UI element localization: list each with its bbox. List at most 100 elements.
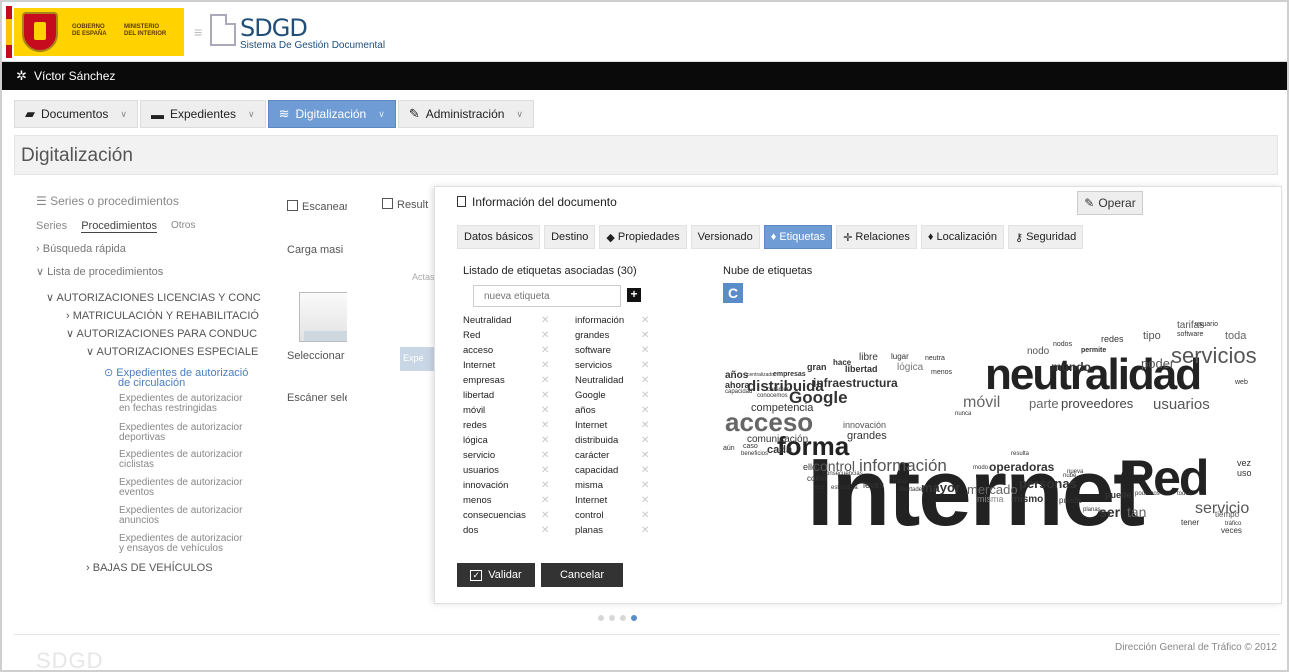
tree-node[interactable]: › BAJAS DE VEHÍCULOS (86, 562, 213, 574)
cloud-word[interactable]: grandes (847, 431, 887, 442)
tab-otros[interactable]: Otros (171, 220, 195, 233)
operar-button[interactable]: ✎ Operar (1077, 191, 1143, 215)
cloud-word[interactable]: empresas (773, 371, 806, 378)
cloud-word[interactable]: gran (807, 363, 827, 372)
tab-localizacion[interactable]: ♦ Localización (920, 225, 1004, 249)
cloud-word[interactable]: estructura (831, 485, 858, 491)
cloud-word[interactable]: resulta (1011, 451, 1029, 457)
tree-leaf[interactable]: Expedientes de autorizacior eventos (119, 478, 242, 498)
tree-node[interactable]: ∨ AUTORIZACIONES LICENCIAS Y CONC (46, 291, 261, 304)
nav-administracion[interactable]: ✎ Administración ∨ (397, 100, 535, 128)
cloud-word[interactable]: información (859, 457, 947, 474)
cloud-word[interactable]: infraestructura (813, 377, 898, 389)
tab-propiedades[interactable]: ◆ Propiedades (599, 225, 687, 249)
cloud-word[interactable]: software (1177, 331, 1203, 338)
cloud-word[interactable]: mismo (1011, 495, 1043, 505)
cloud-word[interactable]: proveedores (1061, 397, 1133, 410)
cloud-word[interactable]: permite (1081, 347, 1106, 354)
user-name[interactable]: Víctor Sánchez (34, 69, 115, 83)
cloud-word[interactable]: planas (1083, 507, 1101, 513)
cloud-word[interactable]: hace (833, 359, 851, 367)
cloud-word[interactable]: caso (743, 443, 758, 450)
cloud-word[interactable]: libre (859, 353, 878, 363)
remove-tag-icon[interactable]: ✕ (541, 358, 549, 373)
cloud-word[interactable]: pueda (1059, 497, 1081, 505)
new-tag-input[interactable] (473, 285, 621, 307)
validar-button[interactable]: ✓ Validar (457, 563, 535, 587)
tab-series[interactable]: Series (36, 220, 67, 233)
remove-tag-icon[interactable]: ✕ (641, 358, 649, 373)
remove-tag-icon[interactable]: ✕ (541, 343, 549, 358)
remove-tag-icon[interactable]: ✕ (641, 448, 649, 463)
cloud-word[interactable]: innovación (843, 421, 886, 430)
cloud-word[interactable]: neutra (925, 355, 945, 362)
remove-tag-icon[interactable]: ✕ (541, 478, 549, 493)
tree-leaf[interactable]: Expedientes de autorizacior anuncios (119, 506, 242, 526)
cloud-word[interactable]: toda (1225, 331, 1246, 342)
pager-dot[interactable] (631, 615, 637, 621)
cloud-word[interactable]: beneficios (741, 451, 768, 457)
cloud-word[interactable]: lógica (897, 363, 923, 373)
cloud-word[interactable]: modo (973, 465, 988, 471)
gear-icon[interactable]: ✲ (16, 68, 27, 84)
tab-versionado[interactable]: Versionado (690, 225, 760, 249)
cloud-word[interactable]: cada (767, 445, 792, 456)
cloud-word[interactable]: tiempo (1215, 511, 1239, 519)
remove-tag-icon[interactable]: ✕ (541, 523, 549, 538)
cloud-word[interactable]: competencia (751, 403, 813, 414)
tree-node[interactable]: › MATRICULACIÓN Y REHABILITACIÓ (66, 310, 259, 322)
add-tag-button[interactable]: + (627, 288, 641, 302)
cloud-word[interactable]: hacer (893, 479, 908, 485)
cloud-word[interactable]: lugar (891, 353, 909, 361)
refresh-icon[interactable]: C (723, 283, 743, 303)
tab-resultados[interactable]: Result (382, 198, 428, 211)
tree-node[interactable]: ∨ AUTORIZACIONES PARA CONDUC (66, 327, 257, 340)
tree-leaf[interactable]: Expedientes de autorizacior deportivas (119, 423, 242, 443)
remove-tag-icon[interactable]: ✕ (641, 343, 649, 358)
remove-tag-icon[interactable]: ✕ (641, 403, 649, 418)
cloud-word[interactable]: redes (1101, 335, 1124, 344)
tree-node[interactable]: ∨ AUTORIZACIONES ESPECIALE (86, 345, 258, 358)
remove-tag-icon[interactable]: ✕ (641, 313, 649, 328)
tree-leaf[interactable]: Expedientes de autorizacior ciclistas (119, 450, 242, 470)
remove-tag-icon[interactable]: ✕ (541, 508, 549, 523)
cloud-word[interactable]: ser (1099, 505, 1120, 519)
remove-tag-icon[interactable]: ✕ (641, 493, 649, 508)
cloud-word[interactable]: tan (1127, 505, 1146, 519)
tab-procedimientos[interactable]: Procedimientos (81, 220, 158, 233)
cloud-word[interactable]: operadoras (989, 461, 1054, 473)
cloud-word[interactable]: usuarios (1153, 397, 1210, 412)
cloud-word[interactable]: servicios (1171, 345, 1257, 367)
tab-destino[interactable]: Destino (544, 225, 596, 249)
cloud-word[interactable]: todos (1177, 491, 1192, 497)
remove-tag-icon[interactable]: ✕ (641, 388, 649, 403)
tree-leaf[interactable]: Expedientes de autorizacior en fechas res… (119, 394, 242, 414)
cloud-word[interactable]: usuario (1195, 321, 1218, 328)
remove-tag-icon[interactable]: ✕ (641, 433, 649, 448)
cloud-word[interactable]: capacidad (725, 389, 752, 395)
tab-escanear[interactable]: Escanear c (287, 200, 347, 213)
cloud-word[interactable]: veces (1221, 527, 1242, 535)
cloud-word[interactable]: móvil (963, 395, 1000, 411)
remove-tag-icon[interactable]: ✕ (541, 493, 549, 508)
cloud-word[interactable]: tráfico (1225, 521, 1241, 527)
cloud-word[interactable]: libertades (899, 487, 925, 493)
cloud-word[interactable]: leyes (863, 481, 884, 490)
remove-tag-icon[interactable]: ✕ (541, 448, 549, 463)
cloud-word[interactable]: nunca (955, 411, 971, 417)
cloud-word[interactable]: ello (803, 463, 817, 472)
nav-digitalizacion[interactable]: ≋ Digitalización ∨ (267, 100, 396, 128)
remove-tag-icon[interactable]: ✕ (541, 328, 549, 343)
remove-tag-icon[interactable]: ✕ (541, 388, 549, 403)
remove-tag-icon[interactable]: ✕ (541, 433, 549, 448)
tab-etiquetas[interactable]: ♦ Etiquetas (763, 225, 833, 249)
remove-tag-icon[interactable]: ✕ (541, 418, 549, 433)
tab-datos-basicos[interactable]: Datos básicos (457, 225, 541, 249)
cloud-word[interactable]: dos (815, 485, 825, 491)
remove-tag-icon[interactable]: ✕ (641, 328, 649, 343)
remove-tag-icon[interactable]: ✕ (641, 373, 649, 388)
cloud-word[interactable]: Red (1119, 453, 1209, 503)
cloud-word[interactable]: menos (931, 369, 952, 376)
cloud-word[interactable]: nube (1063, 473, 1076, 479)
cloud-word[interactable]: tipo (1143, 331, 1161, 342)
